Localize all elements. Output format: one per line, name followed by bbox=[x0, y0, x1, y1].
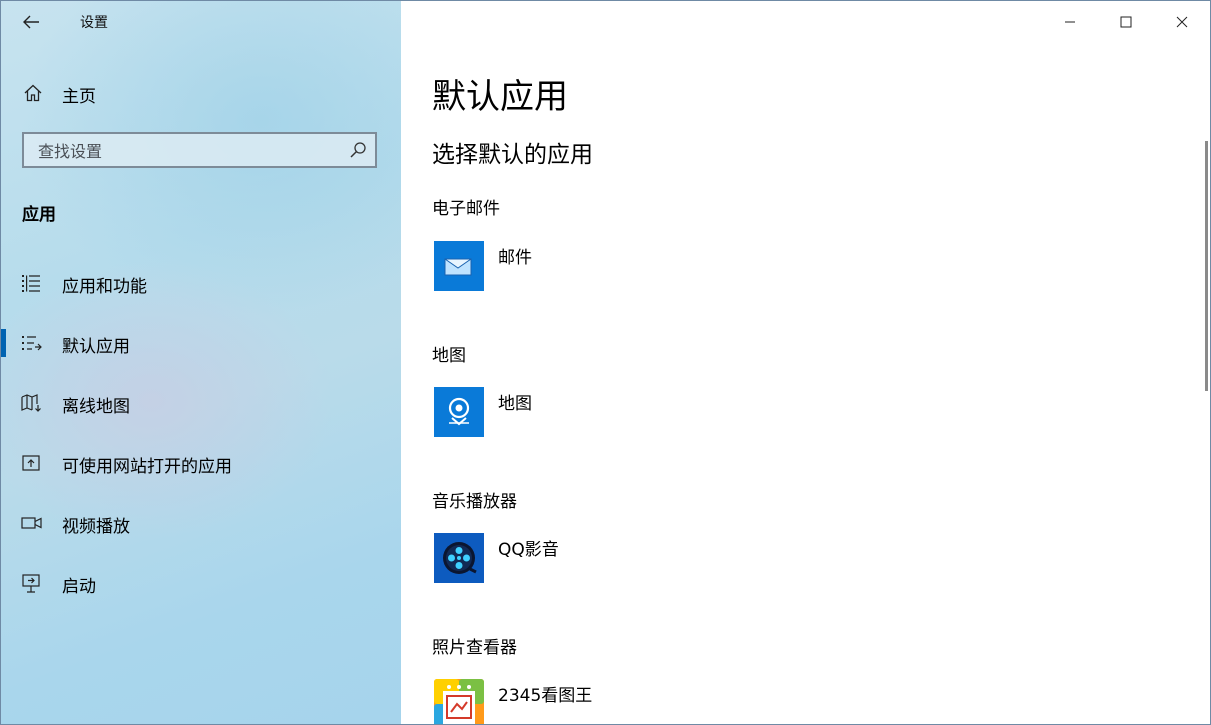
page-subtitle: 选择默认的应用 bbox=[432, 142, 593, 168]
scrollbar[interactable] bbox=[1205, 141, 1208, 391]
default-app-photo-viewer[interactable]: 2345看图王 bbox=[434, 679, 734, 724]
maximize-button[interactable] bbox=[1098, 1, 1154, 43]
sidebar-item-label: 视频播放 bbox=[62, 517, 130, 537]
sidebar-item-label: 可使用网站打开的应用 bbox=[62, 457, 232, 477]
search-box[interactable] bbox=[22, 132, 377, 168]
default-apps-icon bbox=[22, 336, 42, 351]
maps-app-icon bbox=[434, 387, 484, 437]
active-indicator bbox=[1, 329, 6, 357]
sidebar-item-apps-for-websites[interactable]: 可使用网站打开的应用 bbox=[1, 443, 401, 503]
sidebar-item-offline-maps[interactable]: 离线地图 bbox=[1, 383, 401, 443]
default-app-music-player[interactable]: QQ影音 bbox=[434, 533, 734, 585]
sidebar-item-label: 启动 bbox=[62, 577, 96, 597]
sidebar-item-default-apps[interactable]: 默认应用 bbox=[1, 323, 401, 383]
search-input[interactable] bbox=[36, 139, 340, 163]
home-icon bbox=[24, 84, 42, 102]
window-title: 设置 bbox=[80, 15, 108, 31]
mail-app-icon bbox=[434, 241, 484, 291]
category-label-maps: 地图 bbox=[432, 346, 466, 366]
main-content: 默认应用 选择默认的应用 电子邮件 邮件 地图 地图 音乐播放器 QQ影音 照片… bbox=[401, 1, 1210, 724]
list-icon bbox=[22, 275, 40, 292]
category-label-photo-viewer: 照片查看器 bbox=[432, 638, 517, 658]
maximize-icon bbox=[1120, 16, 1132, 28]
search-icon[interactable] bbox=[349, 141, 367, 159]
photo-viewer-app-icon bbox=[434, 679, 484, 724]
default-app-maps[interactable]: 地图 bbox=[434, 387, 734, 439]
sidebar-item-label: 应用和功能 bbox=[62, 277, 147, 297]
sidebar-item-label: 默认应用 bbox=[62, 337, 130, 357]
video-camera-icon bbox=[21, 517, 42, 529]
page-title: 默认应用 bbox=[432, 77, 568, 117]
sidebar-nav: 应用和功能 默认应用 离线地图 可使用网站打开的应用 视频播放 启动 bbox=[1, 263, 401, 623]
sidebar-item-startup[interactable]: 启动 bbox=[1, 563, 401, 623]
sidebar-item-label: 离线地图 bbox=[62, 397, 130, 417]
settings-window: 设置 主页 应用 应用和功能 bbox=[0, 0, 1211, 725]
sidebar-item-home[interactable]: 主页 bbox=[1, 73, 401, 113]
open-external-icon bbox=[22, 455, 40, 471]
sidebar-item-label: 主页 bbox=[62, 87, 96, 107]
minimize-icon bbox=[1065, 21, 1075, 23]
sidebar-section-title: 应用 bbox=[22, 205, 56, 225]
sidebar: 设置 主页 应用 应用和功能 bbox=[1, 1, 401, 724]
offline-map-icon bbox=[21, 394, 41, 412]
category-label-email: 电子邮件 bbox=[432, 199, 500, 219]
sidebar-item-video-playback[interactable]: 视频播放 bbox=[1, 503, 401, 563]
category-label-music-player: 音乐播放器 bbox=[432, 492, 517, 512]
app-name: QQ影音 bbox=[498, 540, 559, 560]
close-icon bbox=[1176, 16, 1188, 28]
app-name: 2345看图王 bbox=[498, 686, 593, 706]
close-button[interactable] bbox=[1154, 1, 1210, 43]
app-name: 邮件 bbox=[498, 248, 532, 268]
minimize-button[interactable] bbox=[1042, 1, 1098, 43]
qqplayer-app-icon bbox=[434, 533, 484, 583]
title-bar: 设置 bbox=[1, 1, 401, 43]
startup-icon bbox=[22, 574, 40, 593]
back-button[interactable] bbox=[13, 7, 49, 37]
window-controls bbox=[1042, 1, 1210, 43]
sidebar-item-apps-features[interactable]: 应用和功能 bbox=[1, 263, 401, 323]
default-app-email[interactable]: 邮件 bbox=[434, 241, 734, 293]
back-arrow-icon bbox=[23, 15, 39, 29]
app-name: 地图 bbox=[498, 394, 532, 414]
